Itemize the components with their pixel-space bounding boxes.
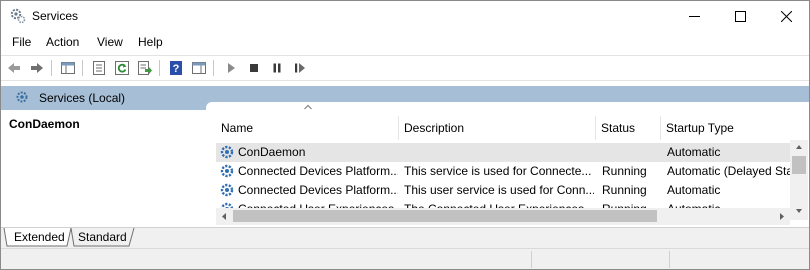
export-list-icon[interactable] [136, 59, 154, 77]
table-row[interactable]: Connected Devices Platform... This servi… [216, 162, 793, 181]
toolbar-separator [213, 60, 214, 76]
minimize-icon[interactable] [671, 1, 717, 32]
service-description: This user service is used for Conn... [404, 183, 594, 197]
show-hide-console-tree-icon[interactable] [59, 59, 77, 77]
forward-arrow-icon[interactable] [28, 59, 46, 77]
close-icon[interactable] [763, 1, 809, 32]
scroll-left-arrow-icon[interactable] [216, 208, 233, 225]
description-pane: ConDaemon [1, 110, 206, 227]
horizontal-scrollbar[interactable] [216, 208, 790, 225]
toolbar: ? [1, 55, 809, 81]
vertical-scrollbar[interactable] [790, 140, 808, 220]
toolbar-separator [51, 60, 52, 76]
selected-service-name: ConDaemon [9, 117, 80, 131]
pause-service-icon[interactable] [268, 59, 286, 77]
scroll-right-arrow-icon[interactable] [773, 208, 790, 225]
service-description [404, 143, 594, 162]
status-bar [1, 248, 809, 269]
table-row[interactable]: ConDaemon Automatic [216, 143, 793, 162]
service-status: Running [602, 164, 647, 178]
services-gear-icon [15, 90, 31, 106]
service-status: Running [602, 183, 647, 197]
sort-ascending-icon [304, 104, 312, 110]
start-service-icon[interactable] [222, 59, 240, 77]
service-startup-type: Automatic [667, 183, 721, 197]
horizontal-scroll-thumb[interactable] [233, 210, 657, 222]
status-divider [531, 251, 532, 268]
toolbar-separator [159, 60, 160, 76]
help-icon[interactable]: ? [167, 59, 185, 77]
service-startup-type: Automatic [667, 145, 721, 159]
column-header-name[interactable]: Name [216, 116, 399, 140]
vertical-scroll-thumb[interactable] [792, 156, 806, 174]
tab-extended[interactable]: Extended [14, 228, 65, 246]
service-startup-type: Automatic (Delayed Sta [667, 164, 793, 178]
service-name: Connected Devices Platform... [238, 164, 398, 178]
view-tabs: Extended Standard [1, 227, 809, 248]
maximize-icon[interactable] [717, 1, 763, 32]
column-header-description[interactable]: Description [399, 116, 596, 140]
show-hide-action-pane-icon[interactable] [190, 59, 208, 77]
menu-bar: File Action View Help [1, 32, 809, 54]
stop-service-icon[interactable] [245, 59, 263, 77]
service-name: ConDaemon [238, 145, 306, 159]
menu-help[interactable]: Help [138, 35, 163, 49]
content-area: ConDaemon Name Description Status Startu… [1, 102, 809, 227]
services-window: Services File Action View Help ? Service… [0, 0, 810, 270]
restart-service-icon[interactable] [291, 59, 309, 77]
menu-file[interactable]: File [12, 35, 31, 49]
column-header-startup-type[interactable]: Startup Type [661, 116, 790, 140]
scope-title: Services (Local) [39, 91, 126, 105]
column-header-status[interactable]: Status [596, 116, 661, 140]
menu-view[interactable]: View [97, 35, 123, 49]
svg-text:?: ? [173, 63, 180, 75]
window-title: Services [32, 9, 79, 23]
table-row[interactable]: Connected Devices Platform... This user … [216, 181, 793, 200]
back-arrow-icon[interactable] [5, 59, 23, 77]
services-gear-icon [10, 8, 26, 24]
title-bar[interactable]: Services [1, 1, 809, 32]
menu-action[interactable]: Action [46, 35, 79, 49]
properties-icon[interactable] [90, 59, 108, 77]
tab-standard[interactable]: Standard [78, 228, 127, 246]
toolbar-separator [82, 60, 83, 76]
service-description: This service is used for Connecte... [404, 164, 592, 178]
refresh-icon[interactable] [113, 59, 131, 77]
service-name: Connected Devices Platform... [238, 183, 398, 197]
service-gear-icon [219, 144, 235, 160]
service-gear-icon [219, 163, 235, 179]
service-gear-icon [219, 182, 235, 198]
services-list: Name Description Status Startup Type Con… [206, 102, 809, 227]
service-status [602, 143, 662, 162]
status-divider [669, 251, 670, 268]
scroll-up-arrow-icon[interactable] [790, 140, 808, 154]
scroll-down-arrow-icon[interactable] [790, 204, 808, 218]
